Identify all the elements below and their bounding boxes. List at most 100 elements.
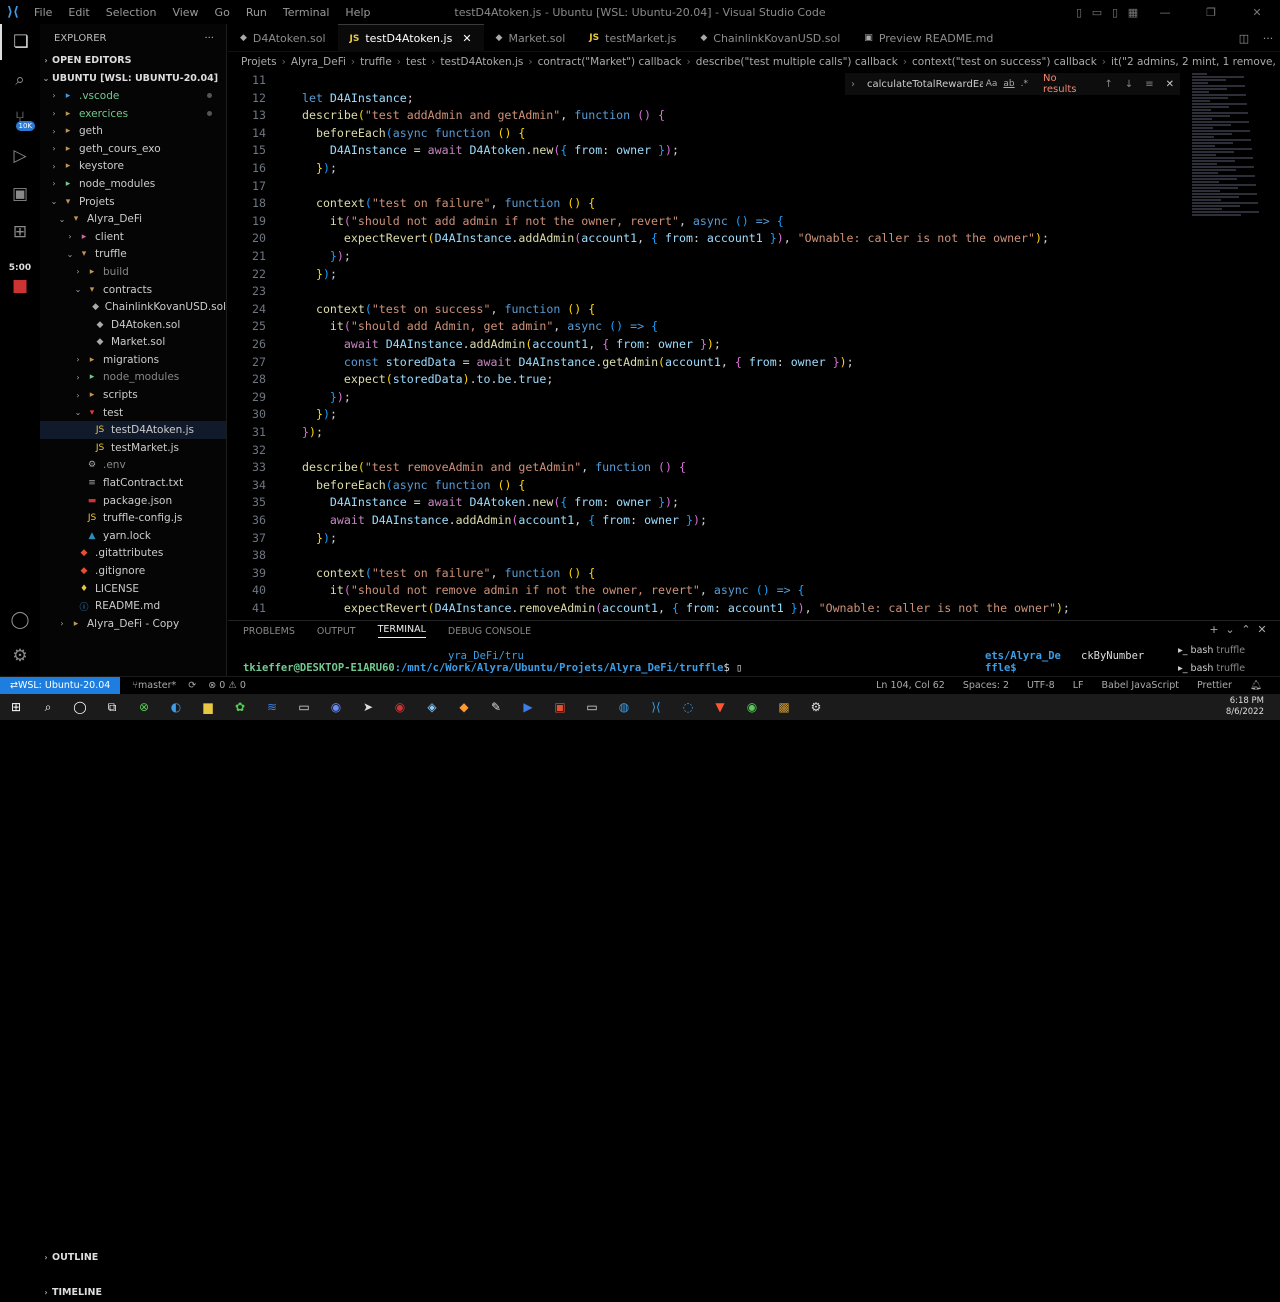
menu-item-view[interactable]: View bbox=[164, 6, 206, 19]
split-terminal-1-line[interactable]: ets/Alyra_De bbox=[985, 650, 1061, 662]
close-panel-icon[interactable]: ✕ bbox=[1254, 623, 1270, 636]
tree-item[interactable]: ◆ .gitignore bbox=[40, 562, 226, 580]
tree-item[interactable]: › ▸ keystore bbox=[40, 158, 226, 176]
breadcrumb-item[interactable]: Alyra_DeFi bbox=[291, 56, 346, 68]
language-mode[interactable]: Babel JavaScript bbox=[1101, 680, 1179, 691]
outline-section[interactable]: › OUTLINE bbox=[40, 1249, 226, 1267]
tree-item[interactable]: ⌄ ▾ Alyra_DeFi bbox=[40, 210, 226, 228]
tab-testd4atoken-js[interactable]: JS testD4Atoken.js ✕ bbox=[337, 24, 484, 52]
app-icon[interactable]: ▣ bbox=[544, 694, 576, 720]
tree-item[interactable]: ⚙ .env bbox=[40, 457, 226, 475]
cursor-position[interactable]: Ln 104, Col 62 bbox=[876, 680, 945, 691]
menu-item-selection[interactable]: Selection bbox=[98, 6, 165, 19]
powershell-icon[interactable]: ▶ bbox=[512, 694, 544, 720]
tab-testmarket-js[interactable]: JS testMarket.js bbox=[577, 24, 688, 52]
whole-word-toggle[interactable]: ab bbox=[1003, 79, 1014, 89]
app-icon[interactable]: ▭ bbox=[288, 694, 320, 720]
close-window-button[interactable]: ✕ bbox=[1234, 6, 1280, 19]
remote-explorer-icon[interactable]: ▣ bbox=[0, 176, 40, 212]
problems-indicator[interactable]: ⊗ 0 ⚠ 0 bbox=[208, 680, 246, 691]
tree-item[interactable]: ⌄ ▾ test bbox=[40, 404, 226, 422]
tree-item[interactable]: › ▸ exercices bbox=[40, 105, 226, 123]
maximize-button[interactable]: ❐ bbox=[1188, 6, 1234, 19]
record-icon[interactable]: ■ bbox=[0, 268, 40, 304]
timeline-section[interactable]: › TIMELINE bbox=[40, 1284, 226, 1302]
app-icon[interactable]: ◆ bbox=[448, 694, 480, 720]
source-control-icon[interactable]: ⑂ 10K bbox=[0, 100, 40, 136]
terminal-instance-1[interactable]: ▸_ bash truffle bbox=[1178, 645, 1245, 656]
split-editor-icon[interactable]: ◫ bbox=[1232, 32, 1256, 45]
app-icon[interactable]: ✎ bbox=[480, 694, 512, 720]
terminal-instance-2[interactable]: ▸_ bash truffle bbox=[1178, 663, 1245, 674]
panel-tab-output[interactable]: OUTPUT bbox=[317, 626, 356, 637]
app-icon[interactable]: ✿ bbox=[224, 694, 256, 720]
app-icon[interactable]: ◈ bbox=[416, 694, 448, 720]
minimap[interactable] bbox=[1192, 72, 1272, 222]
code-editor[interactable]: 11 12 let D4AInstance; 13 describe("test add… bbox=[228, 72, 1272, 616]
breadcrumb-item[interactable]: contract("Market") callback bbox=[538, 56, 682, 68]
app-icon[interactable]: ◍ bbox=[608, 694, 640, 720]
remote-indicator[interactable]: ⇄ WSL: Ubuntu-20.04 bbox=[0, 676, 121, 695]
edge-icon[interactable]: ◐ bbox=[160, 694, 192, 720]
breadcrumb-item[interactable]: test bbox=[406, 56, 426, 68]
panel-tab-debug-console[interactable]: DEBUG CONSOLE bbox=[448, 626, 531, 637]
new-terminal-icon[interactable]: + bbox=[1206, 623, 1222, 636]
tree-item[interactable]: JS testMarket.js bbox=[40, 439, 226, 457]
menu-item-run[interactable]: Run bbox=[238, 6, 275, 19]
tab-chainlinkkovanusd-sol[interactable]: ◆ ChainlinkKovanUSD.sol bbox=[688, 24, 852, 52]
search-icon[interactable]: ⌕ bbox=[0, 62, 40, 98]
breadcrumb-item[interactable]: truffle bbox=[360, 56, 392, 68]
tree-item[interactable]: JS testD4Atoken.js bbox=[40, 421, 226, 440]
tree-item[interactable]: ◆ ChainlinkKovanUSD.sol bbox=[40, 298, 226, 316]
workspace-section[interactable]: ⌄ UBUNTU [WSL: UBUNTU-20.04] bbox=[40, 70, 226, 88]
tree-item[interactable]: › ▸ client bbox=[40, 228, 226, 246]
split-terminal-2-line[interactable]: ckByNumber bbox=[1081, 650, 1144, 662]
tree-item[interactable]: › ▸ node_modules bbox=[40, 369, 226, 387]
tree-item[interactable]: ⌄ ▾ Projets bbox=[40, 193, 226, 211]
tree-item[interactable]: › ▸ node_modules bbox=[40, 175, 226, 193]
find-in-selection-icon[interactable]: ≡ bbox=[1145, 79, 1153, 90]
breadcrumb-item[interactable]: Projets bbox=[241, 56, 277, 68]
breadcrumb-item[interactable]: describe("test multiple calls") callback bbox=[696, 56, 898, 68]
run-debug-icon[interactable]: ▷ bbox=[0, 138, 40, 174]
tree-item[interactable]: ◆ D4Atoken.sol bbox=[40, 316, 226, 334]
breadcrumb-item[interactable]: testD4Atoken.js bbox=[440, 56, 523, 68]
app-icon[interactable]: ▩ bbox=[768, 694, 800, 720]
chrome-icon[interactable]: ◉ bbox=[736, 694, 768, 720]
xbox-icon[interactable]: ⊗ bbox=[128, 694, 160, 720]
terminal-dropdown-icon[interactable]: ⌄ bbox=[1222, 623, 1238, 636]
minimize-button[interactable]: — bbox=[1142, 6, 1188, 19]
tree-item[interactable]: ▬ package.json bbox=[40, 492, 226, 510]
breadcrumb-item[interactable]: it("2 admins, 2 mint, 1 remove, 1 mint")… bbox=[1111, 56, 1280, 68]
toggle-replace-icon[interactable]: › bbox=[851, 79, 855, 90]
vscode-icon[interactable]: ⟩⟨ bbox=[640, 694, 672, 720]
tab-d4atoken-sol[interactable]: ◆ D4Atoken.sol bbox=[228, 24, 338, 52]
tree-item[interactable]: › ▸ build bbox=[40, 263, 226, 281]
git-branch[interactable]: master* bbox=[138, 680, 176, 691]
account-icon[interactable]: ◯ bbox=[0, 602, 40, 638]
app-icon[interactable]: ◉ bbox=[320, 694, 352, 720]
cortana-icon[interactable]: ◯ bbox=[64, 694, 96, 720]
menu-item-file[interactable]: File bbox=[26, 6, 60, 19]
tree-item[interactable]: › ▸ geth bbox=[40, 122, 226, 140]
tree-item[interactable]: › ▸ geth_cours_exo bbox=[40, 140, 226, 158]
tree-item[interactable]: › ▸ migrations bbox=[40, 351, 226, 369]
task-view-icon[interactable]: ⧉ bbox=[96, 694, 128, 720]
more-actions-icon[interactable]: ··· bbox=[1256, 32, 1280, 45]
tree-item[interactable]: ◆ Market.sol bbox=[40, 334, 226, 352]
maximize-panel-icon[interactable]: ⌃ bbox=[1238, 623, 1254, 636]
sync-icon[interactable]: ⟳ bbox=[188, 680, 196, 691]
start-windows-icon[interactable]: ⊞ bbox=[0, 694, 32, 720]
tree-item[interactable]: › ▸ .vscode bbox=[40, 87, 226, 105]
open-editors-section[interactable]: › OPEN EDITORS bbox=[40, 52, 226, 70]
panel-tab-terminal[interactable]: TERMINAL bbox=[377, 624, 426, 638]
menu-item-help[interactable]: Help bbox=[337, 6, 378, 19]
menu-item-go[interactable]: Go bbox=[207, 6, 238, 19]
find-input[interactable]: calculateTotalRewardEarne bbox=[861, 79, 983, 90]
tree-item[interactable]: ◆ .gitattributes bbox=[40, 545, 226, 563]
terminal-prompt[interactable]: tkieffer@DESKTOP-E1ARU60:/mnt/c/Work/Aly… bbox=[243, 662, 742, 674]
layout-icon[interactable]: ▦ bbox=[1124, 6, 1142, 19]
encoding[interactable]: UTF-8 bbox=[1027, 680, 1055, 691]
menu-item-terminal[interactable]: Terminal bbox=[275, 6, 338, 19]
split-terminal-1-line-2[interactable]: ffle$ bbox=[985, 662, 1017, 674]
